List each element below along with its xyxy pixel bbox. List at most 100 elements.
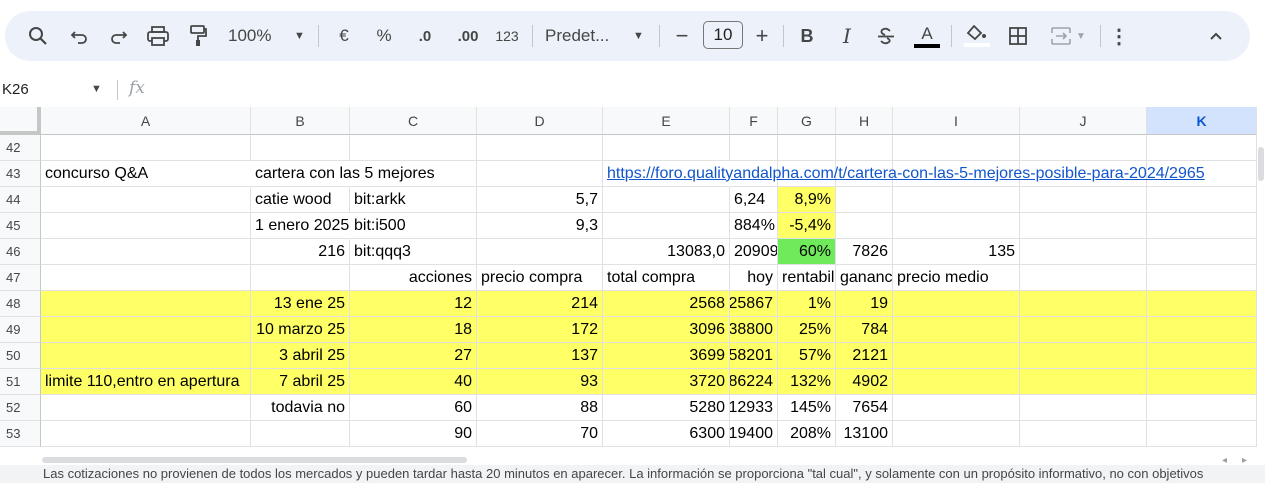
- cell-f45[interactable]: 884%: [730, 213, 778, 239]
- cell-e43[interactable]: https://foro.qualityandalpha.com/t/carte…: [603, 161, 1205, 187]
- cell-b48[interactable]: 13 ene 25: [251, 291, 350, 317]
- decrease-font-size-button[interactable]: −: [667, 11, 697, 61]
- cell-i47[interactable]: precio medio: [893, 265, 1020, 291]
- cell-j52[interactable]: [1020, 395, 1147, 421]
- cell-i48[interactable]: [893, 291, 1020, 317]
- cell-k48[interactable]: [1147, 291, 1257, 317]
- cell-f51[interactable]: 86224: [730, 369, 778, 395]
- cell-f53[interactable]: 19400: [730, 421, 778, 447]
- cell-j45[interactable]: [1020, 213, 1147, 239]
- row-header-42[interactable]: 42: [0, 135, 41, 161]
- cell-d47[interactable]: precio compra: [477, 265, 603, 291]
- cell-c49[interactable]: 18: [350, 317, 477, 343]
- cell-k51[interactable]: [1147, 369, 1257, 395]
- redo-icon[interactable]: [101, 11, 135, 61]
- cell-e42[interactable]: [603, 135, 730, 161]
- cell-c44[interactable]: bit:arkk: [350, 187, 477, 213]
- cell-h45[interactable]: [836, 213, 893, 239]
- font-select[interactable]: Predet... ▼: [541, 11, 653, 61]
- cell-k46[interactable]: [1147, 239, 1257, 265]
- cell-a48[interactable]: [41, 291, 251, 317]
- cell-c48[interactable]: 12: [350, 291, 477, 317]
- cell-g45[interactable]: -5,4%: [778, 213, 836, 239]
- cell-k47[interactable]: [1147, 265, 1257, 291]
- cell-i52[interactable]: [893, 395, 1020, 421]
- cell-d48[interactable]: 214: [477, 291, 603, 317]
- cell-i42[interactable]: [893, 135, 1020, 161]
- search-icon[interactable]: [21, 11, 55, 61]
- merge-cells-button[interactable]: ▼: [1043, 11, 1093, 61]
- cell-f44[interactable]: 6,24: [730, 187, 778, 213]
- horizontal-scrollbar[interactable]: [42, 455, 1257, 465]
- cell-f46[interactable]: 20909: [730, 239, 778, 265]
- cell-h53[interactable]: 13100: [836, 421, 893, 447]
- cell-g50[interactable]: 57%: [778, 343, 836, 369]
- cell-h51[interactable]: 4902: [836, 369, 893, 395]
- column-header-d[interactable]: D: [477, 107, 603, 135]
- cell-h42[interactable]: [836, 135, 893, 161]
- cell-a51[interactable]: limite 110,entro en apertura: [41, 369, 251, 395]
- cell-e47[interactable]: total compra: [603, 265, 730, 291]
- column-header-c[interactable]: C: [350, 107, 477, 135]
- increase-font-size-button[interactable]: +: [747, 11, 777, 61]
- cell-b42[interactable]: [251, 135, 350, 161]
- cell-b45[interactable]: 1 enero 2025: [251, 213, 350, 239]
- cell-d43[interactable]: [477, 161, 603, 187]
- column-header-h[interactable]: H: [836, 107, 893, 135]
- cell-g42[interactable]: [778, 135, 836, 161]
- increase-decimals-button[interactable]: .00: [448, 11, 488, 61]
- cell-g47[interactable]: rentabilidad: [778, 265, 836, 291]
- cell-c51[interactable]: 40: [350, 369, 477, 395]
- cell-k52[interactable]: [1147, 395, 1257, 421]
- cell-b47[interactable]: [251, 265, 350, 291]
- cell-g51[interactable]: 132%: [778, 369, 836, 395]
- font-size-input[interactable]: 10: [703, 21, 743, 49]
- cell-f48[interactable]: 25867: [730, 291, 778, 317]
- borders-button[interactable]: [1000, 11, 1036, 61]
- cell-h52[interactable]: 7654: [836, 395, 893, 421]
- cell-d42[interactable]: [477, 135, 603, 161]
- cell-h47[interactable]: ganancia: [836, 265, 893, 291]
- cell-i53[interactable]: [893, 421, 1020, 447]
- column-header-i[interactable]: I: [893, 107, 1020, 135]
- column-header-j[interactable]: J: [1020, 107, 1147, 135]
- paint-format-icon[interactable]: [181, 11, 215, 61]
- row-header-47[interactable]: 47: [0, 265, 41, 291]
- column-header-a[interactable]: A: [41, 107, 251, 135]
- cell-f47[interactable]: hoy: [730, 265, 778, 291]
- cell-j50[interactable]: [1020, 343, 1147, 369]
- cell-k53[interactable]: [1147, 421, 1257, 447]
- number-format-button[interactable]: 123: [488, 11, 526, 61]
- text-color-button[interactable]: A: [909, 11, 945, 61]
- undo-icon[interactable]: [63, 11, 97, 61]
- cell-b52[interactable]: todavia no: [251, 395, 350, 421]
- cell-link[interactable]: https://foro.qualityandalpha.com/t/carte…: [607, 165, 1205, 183]
- row-header-43[interactable]: 43: [0, 161, 41, 187]
- cell-c45[interactable]: bit:i500: [350, 213, 477, 239]
- cell-b43[interactable]: cartera con las 5 mejores: [251, 161, 435, 187]
- cell-i44[interactable]: [893, 187, 1020, 213]
- currency-format-button[interactable]: €: [327, 11, 361, 61]
- cell-d51[interactable]: 93: [477, 369, 603, 395]
- cell-b50[interactable]: 3 abril 25: [251, 343, 350, 369]
- cell-j48[interactable]: [1020, 291, 1147, 317]
- column-header-k[interactable]: K: [1147, 107, 1257, 135]
- row-header-50[interactable]: 50: [0, 343, 41, 369]
- cell-k50[interactable]: [1147, 343, 1257, 369]
- cell-a45[interactable]: [41, 213, 251, 239]
- cell-b46[interactable]: 216: [251, 239, 350, 265]
- row-header-46[interactable]: 46: [0, 239, 41, 265]
- cell-c46[interactable]: bit:qqq3: [350, 239, 477, 265]
- cell-j44[interactable]: [1020, 187, 1147, 213]
- cell-d45[interactable]: 9,3: [477, 213, 603, 239]
- cell-a50[interactable]: [41, 343, 251, 369]
- column-header-b[interactable]: B: [251, 107, 350, 135]
- cell-a42[interactable]: [41, 135, 251, 161]
- zoom-select[interactable]: 100% ▼: [221, 11, 311, 61]
- cell-e46[interactable]: 13083,0: [603, 239, 730, 265]
- cell-h44[interactable]: [836, 187, 893, 213]
- vertical-scroll-thumb[interactable]: [1258, 147, 1264, 181]
- cell-b49[interactable]: 10 marzo 25: [251, 317, 350, 343]
- column-header-e[interactable]: E: [603, 107, 730, 135]
- cell-g46[interactable]: 60%: [778, 239, 836, 265]
